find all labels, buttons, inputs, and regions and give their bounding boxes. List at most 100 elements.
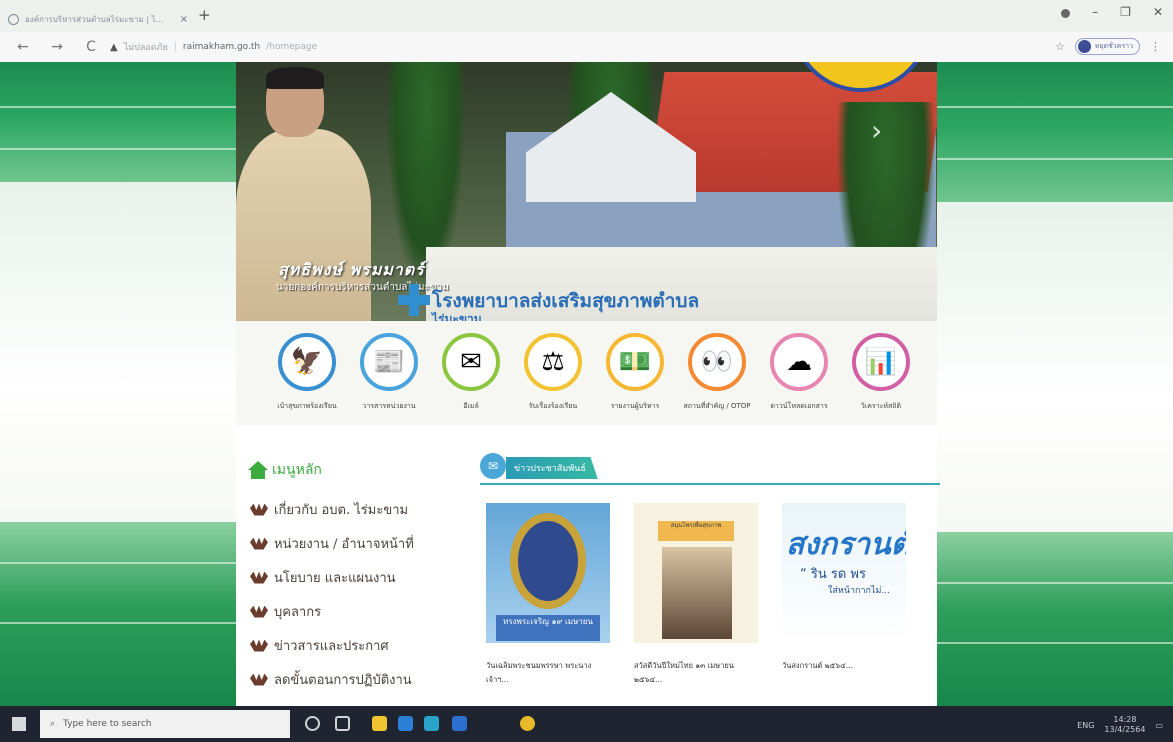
garuda-icon: 🦅 (278, 333, 336, 391)
menu-item-personnel[interactable]: บุคลากร (250, 601, 321, 622)
address-bar: ← → C ▲ ไม่ปลอดภัย | raimakham.go.th/hom… (0, 32, 1173, 62)
windows-taskbar: ⌕ Type here to search ENG 14:28 13/4/256… (0, 706, 1173, 742)
search-icon: ⌕ (50, 719, 56, 729)
menu-kebab-icon[interactable]: ⋮ (1150, 40, 1161, 53)
url-path: /homepage (266, 42, 318, 52)
forward-button[interactable]: → (46, 39, 68, 55)
quick-link-label: รายงานผู้บริหาร (610, 402, 660, 410)
clock[interactable]: 14:28 13/4/2564 (1104, 715, 1145, 735)
lotus-icon (250, 639, 268, 652)
quick-link-binoculars[interactable]: 👀 สถานที่สำคัญ / OTOP (676, 333, 758, 412)
sign-line-2: ไร่มะขาม (432, 312, 482, 321)
quick-link-journal[interactable]: 📰 วารสารหน่วยงาน (348, 333, 430, 412)
quick-link-scales[interactable]: ⚖ รับเรื่องร้องเรียน (512, 333, 594, 412)
url-host: raimakham.go.th (182, 42, 261, 52)
security-label: ไม่ปลอดภัย (123, 43, 168, 53)
news-card-image: ทรงพระเจริญ ๑๙ เมษายน (486, 503, 610, 643)
main-menu-heading: เมนูหลัก (248, 459, 322, 481)
journal-icon: 📰 (360, 333, 418, 391)
notification-icon[interactable]: ▭ (1155, 721, 1163, 730)
menu-item-about[interactable]: เกี่ยวกับ อบต. ไร่มะขาม (250, 499, 408, 520)
close-window-button[interactable]: ✕ (1153, 5, 1163, 19)
news-card-overlay: สมุนไพรเพื่อสุขภาพ (658, 521, 734, 541)
lotus-icon (250, 673, 268, 686)
quick-link-label: อีเมล์ (463, 402, 479, 410)
lotus-icon (250, 605, 268, 618)
lotus-icon (250, 503, 268, 516)
medical-cross-icon (398, 284, 430, 316)
money-icon: 💵 (606, 333, 664, 391)
start-button[interactable] (12, 717, 26, 731)
bookmark-star-icon[interactable]: ☆ (1055, 40, 1065, 53)
tab-title: องค์การบริหารส่วนตำบลไร่มะขาม | ไ... (25, 14, 164, 24)
tray-lang[interactable]: ENG (1077, 721, 1094, 730)
news-divider (480, 483, 940, 485)
quick-link-label: เบ้าสุขภาพร้องเรียน (277, 402, 337, 410)
edge-icon[interactable] (424, 716, 439, 731)
avatar (1077, 40, 1091, 53)
cortana-icon[interactable] (305, 716, 320, 731)
hero-banner[interactable]: › สุทธิพงษ์ พรมมาตร์ นายกองค์การบริหารส่… (236, 62, 937, 321)
quick-link-money[interactable]: 💵 รายงานผู้บริหาร (594, 333, 676, 412)
browser-tab-bar: องค์การบริหารส่วนตำบลไร่มะขาม | ไ... × +… (0, 0, 1173, 32)
restore-button[interactable]: ❐ (1120, 5, 1131, 19)
lotus-icon (250, 537, 268, 550)
scales-icon: ⚖ (524, 333, 582, 391)
taskbar-search[interactable]: ⌕ Type here to search (40, 710, 290, 738)
menu-item-departments[interactable]: หน่วยงาน / อำนาจหน้าที่ (250, 533, 414, 554)
clock-time: 14:28 (1113, 715, 1137, 724)
news-card-caption: วันเฉลิมพระชนมพรรษา พระนางเจ้าฯ... (486, 661, 592, 684)
main-menu-title: เมนูหลัก (272, 462, 322, 478)
quick-links: 🦅 เบ้าสุขภาพร้องเรียน 📰 วารสารหน่วยงาน ✉ อีเม… (236, 321, 937, 425)
browser-tab[interactable]: องค์การบริหารส่วนตำบลไร่มะขาม | ไ... × (8, 8, 188, 30)
quick-link-label: วิเคราะห์สถิติ (860, 402, 902, 410)
binoculars-icon: 👀 (688, 333, 746, 391)
file-explorer-icon[interactable] (372, 716, 387, 731)
quick-link-mail[interactable]: ✉ อีเมล์ (430, 333, 512, 412)
minimize-button[interactable]: – (1092, 5, 1098, 19)
news-card[interactable]: สมุนไพรเพื่อสุขภาพ สวัสดีวันปีใหม่ไทย ๑๓… (634, 503, 758, 687)
menu-item-label: หน่วยงาน / อำนาจหน้าที่ (274, 537, 414, 552)
profile-label: หยุดชั่วคราว (1094, 42, 1133, 50)
menu-item-process[interactable]: ลดขั้นตอนการปฏิบัติงาน (250, 669, 412, 690)
profile-button[interactable]: หยุดชั่วคราว (1074, 38, 1140, 55)
menu-item-policy[interactable]: นโยบาย และแผนงาน (250, 567, 396, 588)
quick-link-label: รับเรื่องร้องเรียน (528, 402, 578, 410)
quick-link-label: ดาวน์โหลดเอกสาร (770, 402, 828, 410)
menu-item-label: ข่าวสารและประกาศ (274, 639, 389, 654)
quick-link-garuda[interactable]: 🦅 เบ้าสุขภาพร้องเรียน (266, 333, 348, 412)
reload-button[interactable]: C (80, 39, 102, 55)
menu-item-label: ลดขั้นตอนการปฏิบัติงาน (274, 673, 412, 688)
carousel-next-icon[interactable]: › (871, 114, 882, 147)
menu-item-label: นโยบาย และแผนงาน (274, 571, 396, 586)
download-icon: ☁ (770, 333, 828, 391)
task-view-icon[interactable] (335, 716, 350, 731)
mail-icon: ✉ (442, 333, 500, 391)
store-icon[interactable] (452, 716, 467, 731)
news-card[interactable]: สงกรานต์ “ ริน รด พร ใส่หน้ากากไม่... วั… (782, 503, 906, 673)
left-decorative-panel (0, 62, 236, 706)
lotus-icon (250, 571, 268, 584)
quick-link-label: สถานที่สำคัญ / OTOP (683, 402, 751, 410)
back-button[interactable]: ← (12, 39, 34, 55)
news-card-overlay: ทรงพระเจริญ ๑๙ เมษายน (496, 615, 600, 641)
news-card[interactable]: ทรงพระเจริญ ๑๙ เมษายน วันเฉลิมพระชนมพรรษ… (486, 503, 610, 687)
edge-legacy-icon[interactable] (398, 716, 413, 731)
tab-close-icon[interactable]: × (180, 14, 188, 25)
news-title: ข่าวประชาสัมพันธ์ (506, 457, 598, 479)
home-icon (248, 461, 268, 479)
warning-icon: ▲ (110, 41, 118, 53)
system-tray: ENG 14:28 13/4/2564 ▭ (1077, 715, 1163, 735)
quick-link-chart[interactable]: 📊 วิเคราะห์สถิติ (840, 333, 922, 412)
quick-link-download[interactable]: ☁ ดาวน์โหลดเอกสาร (758, 333, 840, 412)
news-card-caption: วันสงกรานต์ ๒๕๖๔... (782, 661, 853, 670)
url-field[interactable]: ▲ ไม่ปลอดภัย | raimakham.go.th/homepage (110, 40, 317, 54)
news-card-image: สมุนไพรเพื่อสุขภาพ (634, 503, 758, 643)
main-content: เมนูหลัก เกี่ยวกับ อบต. ไร่มะขาม หน่วยงา… (236, 425, 940, 706)
news-card-overlay-line2: “ ริน รด พร (800, 567, 866, 582)
chrome-icon[interactable] (520, 716, 535, 731)
browser-status-icon (1061, 9, 1071, 18)
menu-item-news[interactable]: ข่าวสารและประกาศ (250, 635, 389, 656)
news-card-overlay: สงกรานต์ (786, 527, 906, 562)
new-tab-button[interactable]: + (198, 6, 211, 24)
